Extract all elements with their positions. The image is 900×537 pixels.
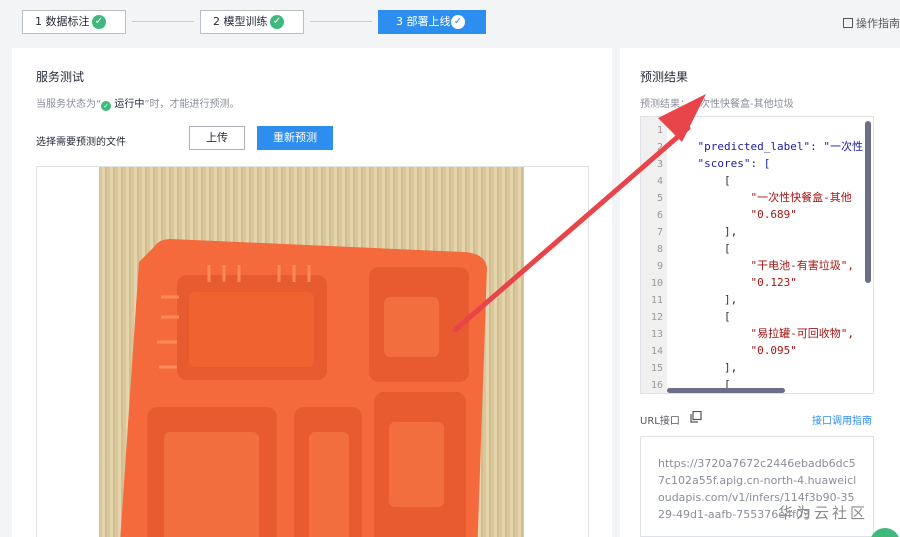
code-text: "predicted_label": "一次性 [671,140,863,153]
line-number: 3 [656,159,663,170]
code-line: 5 "一次性快餐盒-其他 [641,189,873,206]
step-label: 2 模型训练 [213,15,268,28]
line-number: 13 [650,329,663,340]
code-text: [ [671,242,731,255]
code-line: 9 "干电池-有害垃圾", [641,257,873,274]
line-number: 5 [656,193,663,204]
line-number: 12 [650,312,663,323]
check-icon: ✓ [451,15,465,29]
code-line: 2 "predicted_label": "一次性 [641,138,873,155]
line-number: 16 [650,380,663,391]
step-data-labeling[interactable]: 1 数据标注 ✓ [22,10,126,34]
guide-link[interactable]: 操作指南 [843,15,900,31]
file-select-label: 选择需要预测的文件 [36,137,126,148]
line-number: 14 [650,346,663,357]
code-text: { [671,123,678,136]
prediction-text: 预测结果：一次性快餐盒-其他垃圾 [640,99,794,110]
line-number: 10 [650,278,663,289]
image-preview [36,166,589,537]
code-line: 11 ], [641,291,873,308]
hint-status: 运行中 [114,99,145,110]
service-test-title: 服务测试 [36,70,85,84]
line-number: 1 [656,125,663,136]
code-line: 13 "易拉罐-可回收物", [641,325,873,342]
code-line: 15 ], [641,359,873,376]
upload-button[interactable]: 上传 [189,126,245,150]
code-text: "一次性快餐盒-其他 [671,191,852,204]
code-text: "干电池-有害垃圾", [671,259,854,272]
code-text: "0.123" [671,276,797,289]
line-number: 9 [656,261,663,272]
check-circle-icon: ✓ [101,101,112,111]
code-line: 10 "0.123" [641,274,873,291]
step-label: 1 数据标注 [35,15,90,28]
code-text: "0.095" [671,344,797,357]
vertical-scrollbar[interactable] [865,121,871,283]
step-deploy[interactable]: 3 部署上线 ✓ [378,10,486,34]
uploaded-photo [99,167,524,537]
line-number: 2 [656,142,663,153]
hint-prefix: 当服务状态为“ [36,99,102,110]
line-number: 6 [656,210,663,221]
service-test-panel: 服务测试 当服务状态为“ ✓ 运行中”时，才能进行预测。 选择需要预测的文件 上传… [12,48,612,537]
check-icon: ✓ [92,15,106,29]
edit-icon [843,18,853,28]
code-line: 8 [ [641,240,873,257]
step-label: 3 部署上线 [396,15,451,28]
food-tray-image [120,239,487,537]
service-hint: 当服务状态为“ ✓ 运行中”时，才能进行预测。 [36,95,240,111]
line-number: 11 [650,295,663,306]
step-connector [132,21,194,22]
json-result-viewer[interactable]: 1{2 "predicted_label": "一次性 3 "scores": [… [640,116,874,394]
step-connector [310,21,372,22]
code-line: 4 [ [641,172,873,189]
guide-label: 操作指南 [856,17,900,30]
step-model-training[interactable]: 2 模型训练 ✓ [200,10,304,34]
code-line: 7 ], [641,223,873,240]
code-text: ], [671,225,738,238]
code-line: 12 [ [641,308,873,325]
code-text: "易拉罐-可回收物", [671,327,854,340]
copy-icon[interactable] [690,411,702,423]
code-line: 14 "0.095" [641,342,873,359]
line-number: 8 [656,244,663,255]
watermark: 华为云社区 [778,504,869,522]
code-text: ], [671,293,738,306]
code-text: [ [671,174,731,187]
code-line: 6 "0.689" [641,206,873,223]
repredict-button[interactable]: 重新预测 [257,126,333,150]
line-number: 15 [650,363,663,374]
api-guide-link[interactable]: 接口调用指南 [812,412,872,427]
code-text: "scores": [ [671,157,771,170]
horizontal-scrollbar[interactable] [667,388,785,393]
url-label: URL接口 [640,416,680,427]
line-number: 7 [656,227,663,238]
code-text: [ [671,310,731,323]
line-number: 4 [656,176,663,187]
code-text: ], [671,361,738,374]
code-text: "0.689" [671,208,797,221]
code-line: 3 "scores": [ [641,155,873,172]
step-bar: 1 数据标注 ✓ 2 模型训练 ✓ 3 部署上线 ✓ 操作指南 [0,0,900,48]
prediction-title: 预测结果 [640,70,689,84]
prediction-panel: 预测结果 预测结果：一次性快餐盒-其他垃圾 1{2 "predicted_lab… [620,48,900,537]
code-line: 1{ [641,121,873,138]
check-icon: ✓ [270,15,284,29]
hint-suffix: ”时，才能进行预测。 [144,99,240,110]
